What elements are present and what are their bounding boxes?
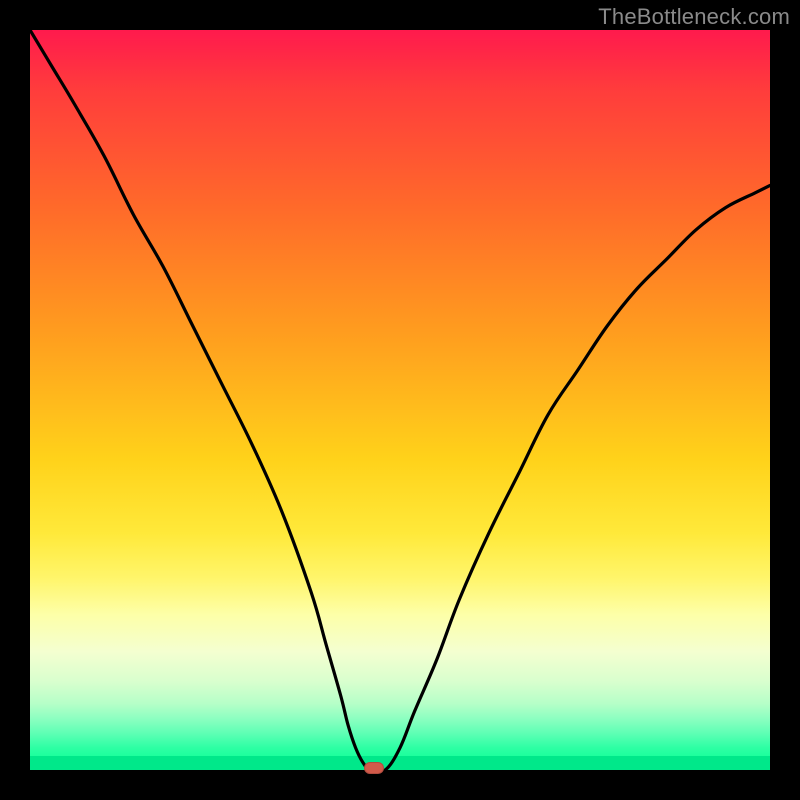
watermark-text: TheBottleneck.com xyxy=(598,4,790,30)
plot-area xyxy=(30,30,770,770)
chart-frame: TheBottleneck.com xyxy=(0,0,800,800)
optimum-marker xyxy=(364,762,384,774)
bottleneck-curve xyxy=(30,30,770,770)
curve-path xyxy=(30,30,770,772)
